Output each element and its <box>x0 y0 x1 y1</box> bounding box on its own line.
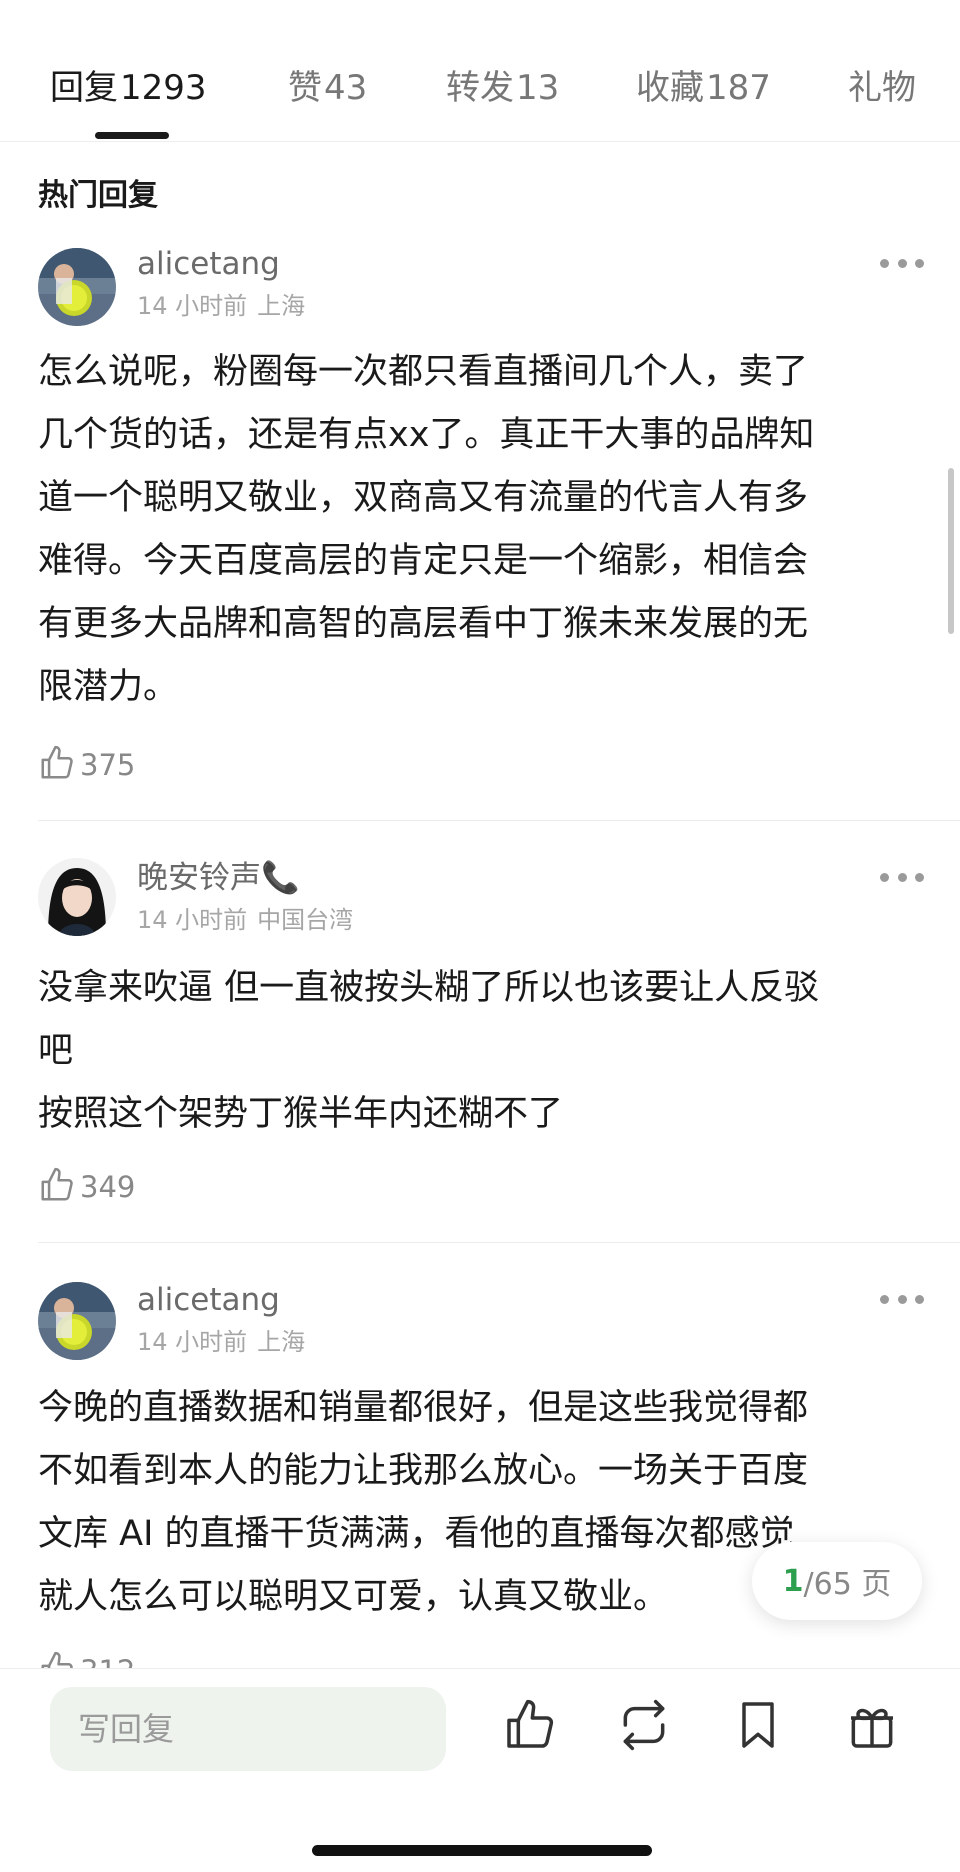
bottom-action-bar: 写回复 <box>0 1668 960 1872</box>
timestamp: 14 小时前 <box>137 906 248 934</box>
more-options-icon[interactable] <box>880 253 924 273</box>
username[interactable]: alicetang <box>137 244 280 284</box>
avatar[interactable] <box>38 858 116 936</box>
comment-meta: 14 小时前 上海 <box>137 1326 305 1358</box>
like-count: 349 <box>80 1170 136 1204</box>
more-options-icon[interactable] <box>880 1289 924 1309</box>
timestamp: 14 小时前 <box>137 292 248 320</box>
avatar[interactable] <box>38 1282 116 1360</box>
repost-icon[interactable] <box>616 1697 672 1753</box>
tab-replies[interactable]: 回复1293 <box>50 66 207 110</box>
tab-likes[interactable]: 赞43 <box>288 66 367 110</box>
comment-text: 没拿来吹逼 但一直被按头糊了所以也该要让人反驳 吧 按照这个架势丁猴半年内还糊不… <box>38 968 820 1134</box>
page-indicator[interactable]: 1/65 页 <box>752 1542 922 1620</box>
current-page: 1 <box>782 1563 804 1599</box>
bookmark-icon[interactable] <box>730 1697 786 1753</box>
tab-favorites[interactable]: 收藏187 <box>636 66 771 110</box>
username[interactable]: 晚安铃声📞 <box>137 858 300 898</box>
thumbs-up-icon <box>38 744 76 786</box>
comment-meta: 14 小时前 上海 <box>137 290 305 322</box>
divider <box>38 1242 960 1243</box>
like-button[interactable]: 349 <box>38 1166 135 1208</box>
avatar[interactable] <box>38 248 116 326</box>
tab-gifts[interactable]: 礼物 <box>848 66 918 110</box>
tab-bar: 回复1293 赞43 转发13 收藏187 礼物 <box>0 0 960 142</box>
section-title: 热门回复 <box>38 178 158 213</box>
reply-placeholder: 写回复 <box>78 1710 175 1748</box>
gift-icon[interactable] <box>844 1697 900 1753</box>
like-icon[interactable] <box>502 1697 558 1753</box>
divider <box>38 820 960 821</box>
total-pages: /65 页 <box>803 1567 892 1602</box>
timestamp: 14 小时前 <box>137 1328 248 1356</box>
more-options-icon[interactable] <box>880 867 924 887</box>
tab-reposts[interactable]: 转发13 <box>446 66 559 110</box>
active-tab-indicator <box>95 132 169 139</box>
comment-text: 怎么说呢，粉圈每一次都只看直播间几个人，卖了 几个货的话，还是有点xx了。真正干… <box>38 352 815 707</box>
username[interactable]: alicetang <box>137 1280 280 1320</box>
like-button[interactable]: 375 <box>38 744 135 786</box>
location: 上海 <box>257 1328 306 1356</box>
location: 中国台湾 <box>257 906 354 934</box>
comment-meta: 14 小时前 中国台湾 <box>137 904 353 936</box>
thumbs-up-icon <box>38 1166 76 1208</box>
like-count: 375 <box>80 748 136 782</box>
location: 上海 <box>257 292 306 320</box>
home-indicator <box>312 1845 652 1856</box>
scrollbar[interactable] <box>948 468 954 634</box>
reply-input[interactable]: 写回复 <box>50 1687 446 1771</box>
